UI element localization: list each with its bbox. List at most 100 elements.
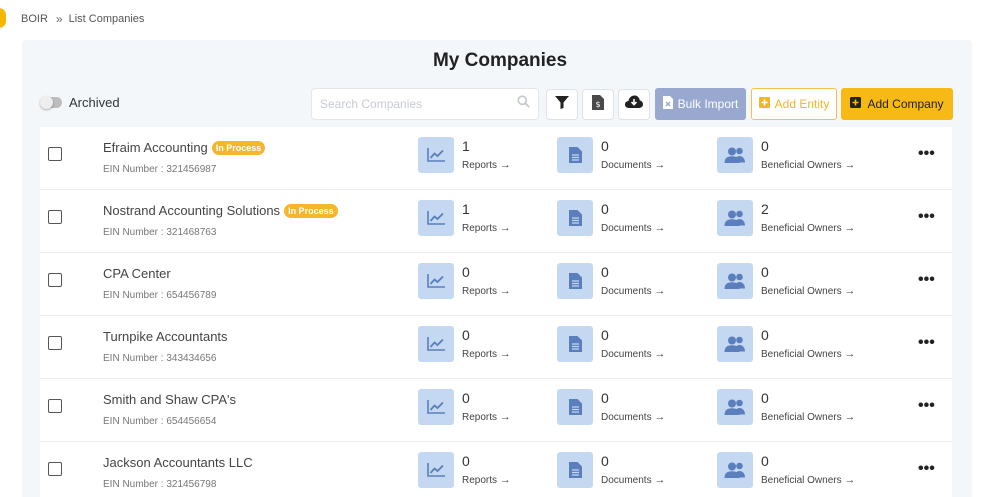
owners-stat[interactable]: 0 Beneficial Owners → xyxy=(717,452,855,488)
reports-stat[interactable]: 0 Reports → xyxy=(418,389,511,425)
reports-link[interactable]: Reports xyxy=(462,160,497,171)
reports-link[interactable]: Reports xyxy=(462,223,497,234)
row-checkbox[interactable] xyxy=(48,273,62,287)
row-checkbox[interactable] xyxy=(48,147,62,161)
more-options-icon[interactable]: ••• xyxy=(918,397,935,415)
row-checkbox[interactable] xyxy=(48,336,62,350)
documents-link[interactable]: Documents xyxy=(601,160,652,171)
filter-button[interactable] xyxy=(546,89,578,120)
owners-stat[interactable]: 0 Beneficial Owners → xyxy=(717,137,855,173)
documents-count: 0 xyxy=(601,201,609,217)
owners-link[interactable]: Beneficial Owners xyxy=(761,223,842,234)
more-options-icon[interactable]: ••• xyxy=(918,145,935,163)
owners-link[interactable]: Beneficial Owners xyxy=(761,349,842,360)
search-input[interactable] xyxy=(320,97,517,111)
documents-stat[interactable]: 0 Documents → xyxy=(557,200,665,236)
company-row: CPA Center EIN Number : 654456789 0 Reports… xyxy=(40,253,952,316)
more-options-icon[interactable]: ••• xyxy=(918,460,935,478)
documents-stat[interactable]: 0 Documents → xyxy=(557,263,665,299)
owners-link[interactable]: Beneficial Owners xyxy=(761,286,842,297)
documents-stat[interactable]: 0 Documents → xyxy=(557,452,665,488)
owners-link[interactable]: Beneficial Owners xyxy=(761,475,842,486)
more-options-icon[interactable]: ••• xyxy=(918,334,935,352)
owners-stat[interactable]: 0 Beneficial Owners → xyxy=(717,263,855,299)
document-icon xyxy=(557,326,593,362)
arrow-right-icon: → xyxy=(654,159,666,171)
company-row: Smith and Shaw CPA's EIN Number : 6544566… xyxy=(40,379,952,442)
reports-stat[interactable]: 0 Reports → xyxy=(418,452,511,488)
chart-line-icon xyxy=(418,452,454,488)
arrow-right-icon: → xyxy=(654,348,666,360)
documents-link[interactable]: Documents xyxy=(601,412,652,423)
row-checkbox[interactable] xyxy=(48,399,62,413)
add-entity-label: Add Entity xyxy=(774,97,830,111)
breadcrumb-root[interactable]: BOIR xyxy=(21,13,48,25)
ein-number: EIN Number : 321456987 xyxy=(103,164,217,175)
chart-line-icon xyxy=(418,326,454,362)
archived-filter: Archived xyxy=(40,95,120,110)
plus-square-icon xyxy=(758,97,770,111)
reports-link[interactable]: Reports xyxy=(462,412,497,423)
add-entity-button[interactable]: Add Entity xyxy=(751,88,837,120)
owners-count: 0 xyxy=(761,453,769,469)
reports-stat[interactable]: 1 Reports → xyxy=(418,200,511,236)
documents-stat[interactable]: 0 Documents → xyxy=(557,326,665,362)
company-name[interactable]: Nostrand Accounting Solutions xyxy=(103,203,280,218)
download-button[interactable] xyxy=(618,89,650,120)
add-company-label: Add Company xyxy=(867,97,944,111)
company-list: Efraim Accounting In Process EIN Number : … xyxy=(40,127,952,497)
ein-number: EIN Number : 343434656 xyxy=(103,353,217,364)
reports-stat[interactable]: 1 Reports → xyxy=(418,137,511,173)
company-name-line: Nostrand Accounting Solutions In Process xyxy=(103,203,338,218)
reports-count: 0 xyxy=(462,453,470,469)
chart-line-icon xyxy=(418,389,454,425)
reports-link[interactable]: Reports xyxy=(462,475,497,486)
documents-stat[interactable]: 0 Documents → xyxy=(557,137,665,173)
document-icon xyxy=(557,389,593,425)
owners-count: 0 xyxy=(761,264,769,280)
company-name[interactable]: Smith and Shaw CPA's xyxy=(103,392,236,407)
more-options-icon[interactable]: ••• xyxy=(918,208,935,226)
documents-link[interactable]: Documents xyxy=(601,223,652,234)
reports-stat[interactable]: 0 Reports → xyxy=(418,263,511,299)
company-row: Efraim Accounting In Process EIN Number : … xyxy=(40,127,952,190)
bulk-import-label: Bulk Import xyxy=(677,97,739,111)
owners-link[interactable]: Beneficial Owners xyxy=(761,160,842,171)
arrow-right-icon: → xyxy=(844,474,856,486)
search-icon[interactable] xyxy=(517,95,530,113)
owners-stat[interactable]: 0 Beneficial Owners → xyxy=(717,389,855,425)
invoice-button[interactable]: $ xyxy=(582,89,614,120)
row-checkbox[interactable] xyxy=(48,462,62,476)
owners-stat[interactable]: 0 Beneficial Owners → xyxy=(717,326,855,362)
arrow-right-icon: → xyxy=(499,159,511,171)
company-name[interactable]: Jackson Accountants LLC xyxy=(103,455,253,470)
ein-number: EIN Number : 321456798 xyxy=(103,479,217,490)
reports-link[interactable]: Reports xyxy=(462,349,497,360)
reports-stat[interactable]: 0 Reports → xyxy=(418,326,511,362)
documents-stat[interactable]: 0 Documents → xyxy=(557,389,665,425)
company-name[interactable]: Turnpike Accountants xyxy=(103,329,228,344)
breadcrumb: BOIR » List Companies xyxy=(21,12,144,26)
users-icon xyxy=(717,326,753,362)
users-icon xyxy=(717,200,753,236)
row-checkbox[interactable] xyxy=(48,210,62,224)
documents-link[interactable]: Documents xyxy=(601,286,652,297)
archived-toggle[interactable] xyxy=(40,96,62,109)
document-icon xyxy=(557,452,593,488)
more-options-icon[interactable]: ••• xyxy=(918,271,935,289)
company-name[interactable]: CPA Center xyxy=(103,266,171,281)
reports-count: 1 xyxy=(462,201,470,217)
status-badge: In Process xyxy=(284,203,338,218)
documents-link[interactable]: Documents xyxy=(601,475,652,486)
search-box xyxy=(311,88,539,120)
file-import-icon xyxy=(662,96,673,112)
reports-link[interactable]: Reports xyxy=(462,286,497,297)
users-icon xyxy=(717,263,753,299)
company-name[interactable]: Efraim Accounting xyxy=(103,140,208,155)
bulk-import-button[interactable]: Bulk Import xyxy=(655,88,746,120)
owners-count: 2 xyxy=(761,201,769,217)
documents-link[interactable]: Documents xyxy=(601,349,652,360)
owners-link[interactable]: Beneficial Owners xyxy=(761,412,842,423)
add-company-button[interactable]: Add Company xyxy=(841,88,953,120)
owners-stat[interactable]: 2 Beneficial Owners → xyxy=(717,200,855,236)
